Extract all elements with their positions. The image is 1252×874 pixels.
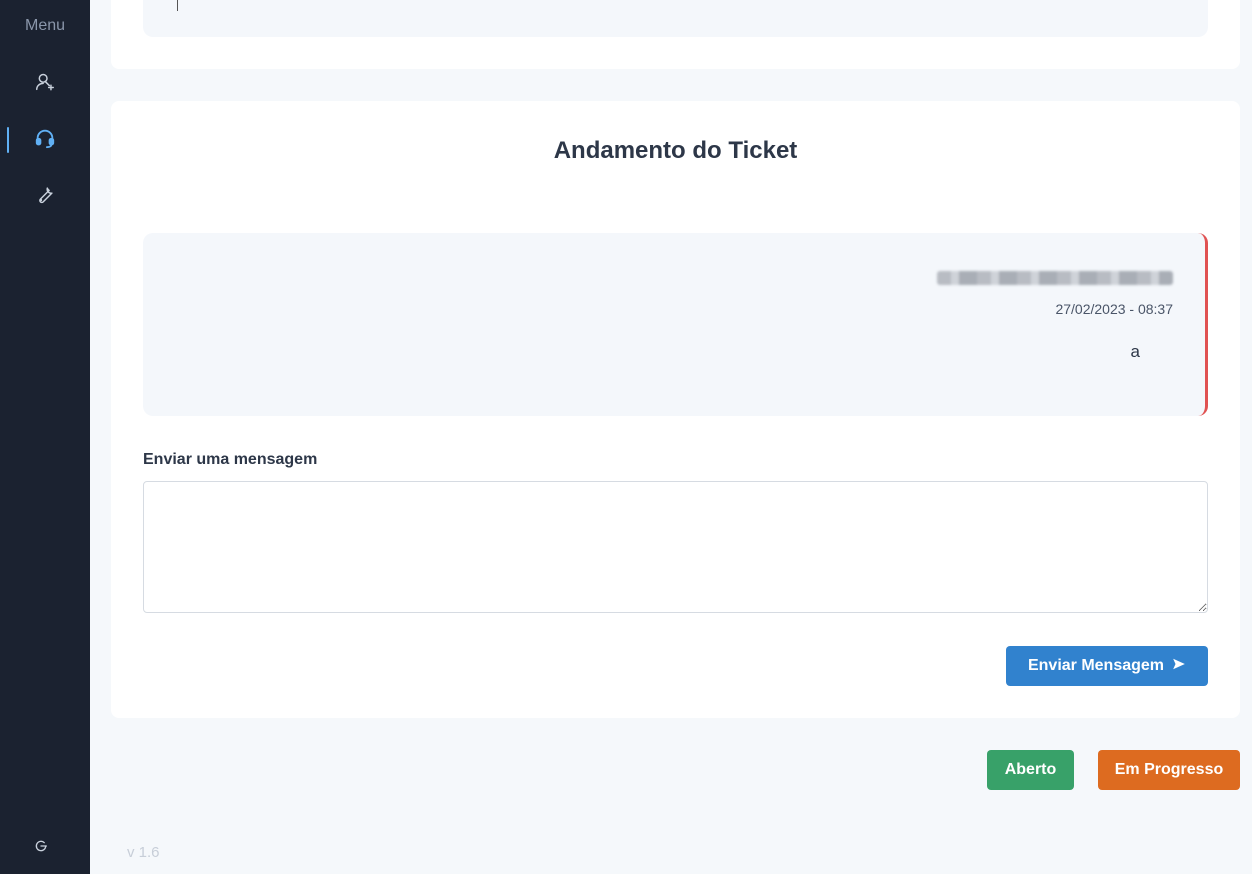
message-text: a bbox=[1130, 342, 1140, 361]
sidebar-item-tools[interactable] bbox=[0, 177, 90, 217]
sidebar-item-tickets[interactable] bbox=[0, 120, 90, 160]
user-plus-icon bbox=[34, 71, 56, 98]
status-open-button[interactable]: Aberto bbox=[987, 750, 1074, 790]
message-author-redacted bbox=[937, 271, 1173, 285]
status-in-progress-button[interactable]: Em Progresso bbox=[1098, 750, 1240, 790]
headset-icon bbox=[34, 127, 56, 154]
sidebar: Menu bbox=[0, 0, 90, 874]
active-indicator bbox=[7, 127, 9, 153]
menu-title: Menu bbox=[24, 17, 66, 34]
ticket-progress-card: Andamento do Ticket 27/02/2023 - 08:37 a… bbox=[111, 101, 1240, 718]
send-icon bbox=[1172, 657, 1186, 676]
ticket-details-card bbox=[111, 0, 1240, 69]
logout-icon bbox=[33, 838, 49, 859]
ticket-description-box bbox=[143, 0, 1208, 37]
message-item: 27/02/2023 - 08:37 a bbox=[143, 233, 1208, 416]
message-form-label: Enviar uma mensagem bbox=[143, 451, 318, 468]
text-cursor bbox=[177, 0, 178, 11]
wrench-icon bbox=[34, 184, 56, 211]
section-title: Andamento do Ticket bbox=[553, 137, 798, 164]
app-version: v 1.6 bbox=[127, 844, 160, 861]
message-date: 27/02/2023 - 08:37 bbox=[1055, 301, 1173, 317]
send-message-button[interactable]: Enviar Mensagem bbox=[1006, 646, 1208, 686]
send-message-label: Enviar Mensagem bbox=[1027, 657, 1165, 674]
message-input[interactable] bbox=[143, 481, 1208, 613]
sidebar-item-users[interactable] bbox=[0, 64, 90, 104]
logout-button[interactable] bbox=[0, 836, 82, 860]
